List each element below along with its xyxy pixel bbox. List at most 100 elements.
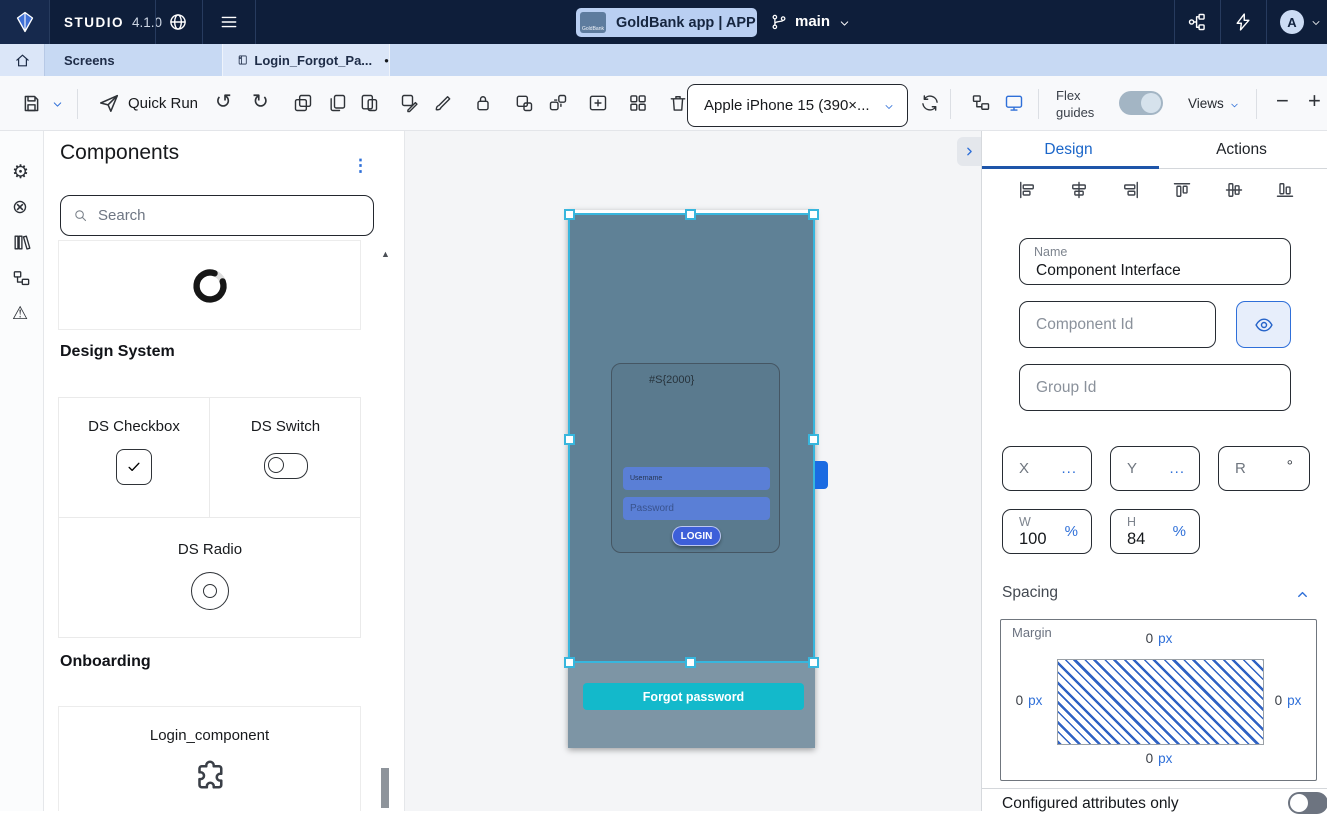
- flex-guides-label: Flex guides: [1056, 88, 1095, 120]
- tab-design[interactable]: Design: [982, 131, 1155, 168]
- resize-handle-mid-right[interactable]: [808, 434, 819, 445]
- components-menu-dots[interactable]: ⋮: [352, 156, 369, 176]
- align-top-icon[interactable]: [1172, 180, 1192, 200]
- align-left-icon[interactable]: [1017, 180, 1037, 200]
- rotation-field[interactable]: R °: [1218, 446, 1310, 491]
- home-button[interactable]: [0, 44, 45, 76]
- components-grid-icon[interactable]: [628, 93, 648, 113]
- component-id-input[interactable]: [1034, 314, 1214, 335]
- ungroup-icon[interactable]: [548, 93, 568, 113]
- tab-actions[interactable]: Actions: [1155, 131, 1327, 168]
- layer-tree-icon[interactable]: [971, 93, 991, 113]
- forgot-password-section[interactable]: Forgot password: [568, 663, 815, 748]
- app-badge[interactable]: GoldBank GoldBank app | APP: [576, 8, 757, 37]
- library-books-icon[interactable]: [12, 233, 31, 252]
- x-position-field[interactable]: X ...: [1002, 446, 1092, 491]
- resize-handle-bottom-right[interactable]: [808, 657, 819, 668]
- search-icon: [73, 208, 88, 223]
- sync-icon[interactable]: [920, 93, 940, 113]
- name-field-input[interactable]: [1034, 261, 1281, 281]
- preview-monitor-icon[interactable]: [1004, 93, 1024, 113]
- search-input[interactable]: [96, 206, 350, 225]
- quick-run-icon[interactable]: [98, 92, 120, 114]
- login-card[interactable]: #S{2000} Username Password LOGIN: [611, 363, 780, 553]
- screens-label[interactable]: Screens: [64, 53, 115, 68]
- component-ds-switch[interactable]: DS Switch: [210, 398, 361, 518]
- margin-top-group[interactable]: 0 px: [1059, 630, 1259, 648]
- eye-icon: [1254, 315, 1274, 335]
- visibility-toggle-button[interactable]: [1236, 301, 1291, 348]
- globe-icon[interactable]: [168, 12, 188, 32]
- group-icon[interactable]: [514, 93, 534, 113]
- hamburger-menu-icon[interactable]: [219, 12, 239, 32]
- studio-logo[interactable]: [0, 0, 49, 44]
- save-icon[interactable]: [21, 93, 42, 114]
- undo-icon[interactable]: ↺: [215, 91, 232, 113]
- password-input[interactable]: Password: [623, 497, 770, 520]
- resize-handle-top-right[interactable]: [808, 209, 819, 220]
- tab-login-forgot-page[interactable]: Login_Forgot_Pa... ●: [222, 44, 390, 76]
- flex-guides-toggle[interactable]: [1119, 91, 1163, 115]
- margin-bottom-group[interactable]: 0 px: [1059, 750, 1259, 768]
- zoom-out-button[interactable]: −: [1276, 90, 1289, 112]
- component-ds-radio[interactable]: DS Radio: [59, 519, 361, 639]
- trash-icon[interactable]: [668, 93, 688, 113]
- username-input[interactable]: Username: [623, 467, 770, 490]
- warning-icon[interactable]: ⚠: [12, 303, 28, 324]
- component-login-component[interactable]: Login_component: [58, 706, 361, 811]
- align-center-horizontal-icon[interactable]: [1069, 180, 1089, 200]
- selection-drag-handle[interactable]: [815, 461, 828, 489]
- panel-scrollbar-thumb[interactable]: [381, 768, 389, 808]
- save-chevron-down-icon[interactable]: [51, 98, 64, 111]
- group-id-input[interactable]: [1034, 377, 1281, 398]
- views-chevron-down-icon[interactable]: [1229, 100, 1240, 111]
- add-frame-icon[interactable]: [588, 93, 608, 113]
- duplicate-icon[interactable]: [293, 93, 313, 113]
- avatar-chevron-down-icon[interactable]: [1310, 17, 1322, 29]
- component-loading-card[interactable]: [58, 240, 361, 330]
- design-canvas[interactable]: Forgot password #S{2000} Username Passwo…: [405, 131, 981, 811]
- margin-right-group[interactable]: 0 px: [1264, 692, 1312, 710]
- forgot-password-button[interactable]: Forgot password: [583, 683, 804, 710]
- margin-left-group[interactable]: 0 px: [1005, 692, 1053, 710]
- hierarchy-icon[interactable]: [12, 269, 31, 288]
- resize-handle-top-left[interactable]: [564, 209, 575, 220]
- components-search[interactable]: [60, 195, 374, 236]
- views-label[interactable]: Views: [1188, 96, 1224, 111]
- branch-chevron-down-icon[interactable]: [838, 17, 851, 30]
- settings-gear-icon[interactable]: ⚙: [12, 161, 29, 184]
- group-id-field[interactable]: [1019, 364, 1291, 411]
- org-chart-icon[interactable]: [1187, 12, 1207, 32]
- lightning-icon[interactable]: [1233, 12, 1253, 32]
- quick-run-label[interactable]: Quick Run: [128, 95, 198, 112]
- theme-icon[interactable]: [400, 93, 420, 113]
- zoom-in-button[interactable]: +: [1308, 90, 1321, 112]
- branch-name[interactable]: main: [795, 13, 830, 30]
- scroll-up-arrow[interactable]: ▲: [381, 249, 390, 259]
- panel-expander-button[interactable]: [957, 137, 981, 166]
- lock-icon[interactable]: [473, 93, 493, 113]
- brush-icon[interactable]: [433, 93, 453, 113]
- align-bottom-icon[interactable]: [1275, 180, 1295, 200]
- component-id-field[interactable]: [1019, 301, 1216, 348]
- paste-icon[interactable]: [359, 93, 379, 113]
- resize-handle-mid-left[interactable]: [564, 434, 575, 445]
- redo-icon[interactable]: ↻: [252, 91, 269, 113]
- name-field[interactable]: Name: [1019, 238, 1291, 285]
- resize-handle-top-center[interactable]: [685, 209, 696, 220]
- copy-icon[interactable]: [327, 93, 347, 113]
- prefabs-icon[interactable]: ⊗: [12, 196, 28, 219]
- align-center-vertical-icon[interactable]: [1224, 180, 1244, 200]
- user-avatar[interactable]: A: [1280, 10, 1304, 34]
- component-ds-checkbox[interactable]: DS Checkbox: [59, 398, 210, 518]
- resize-handle-bottom-center[interactable]: [685, 657, 696, 668]
- login-button[interactable]: LOGIN: [672, 526, 721, 546]
- height-field[interactable]: H 84 %: [1110, 509, 1200, 554]
- resize-handle-bottom-left[interactable]: [564, 657, 575, 668]
- device-selector[interactable]: Apple iPhone 15 (390×...: [687, 84, 908, 127]
- spacing-collapse-chevron-up-icon[interactable]: [1295, 587, 1310, 602]
- y-position-field[interactable]: Y ...: [1110, 446, 1200, 491]
- align-right-icon[interactable]: [1121, 180, 1141, 200]
- width-field[interactable]: W 100 %: [1002, 509, 1092, 554]
- divider: [1038, 89, 1039, 119]
